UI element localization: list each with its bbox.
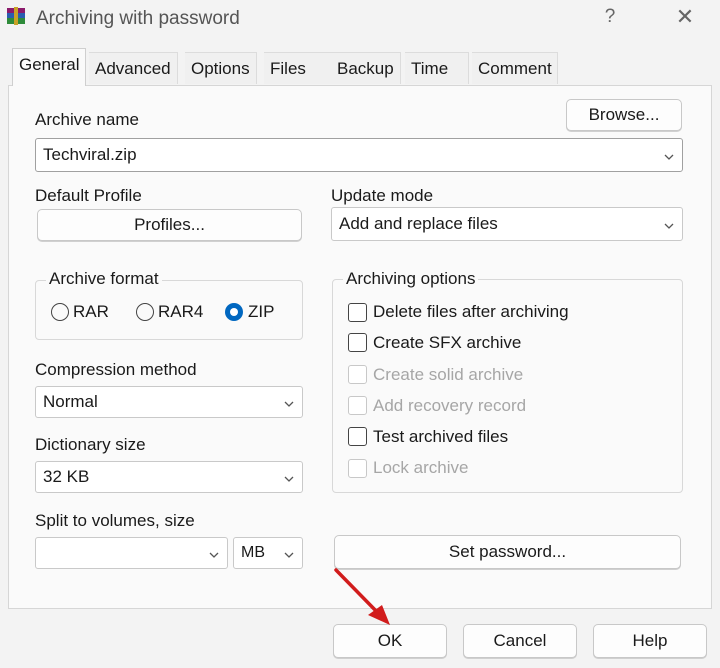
checkbox-recovery-record [348, 396, 367, 415]
chevron-down-icon[interactable] [284, 474, 294, 484]
checkbox-test-archived[interactable] [348, 427, 367, 446]
winrar-app-icon [6, 6, 26, 26]
tab-options[interactable]: Options [185, 52, 257, 84]
radio-rar4[interactable] [136, 303, 154, 321]
radio-rar4-label: RAR4 [158, 302, 204, 321]
checkbox-delete-files[interactable] [348, 303, 367, 322]
cancel-button[interactable]: Cancel [463, 624, 577, 658]
checkbox-create-sfx-label: Create SFX archive [373, 333, 522, 352]
compression-method-select[interactable]: Normal [35, 386, 303, 418]
update-mode-select[interactable]: Add and replace files [331, 207, 683, 241]
archive-name-value: Techviral.zip [43, 145, 137, 164]
tab-advanced[interactable]: Advanced [89, 52, 178, 84]
checkbox-create-solid [348, 365, 367, 384]
checkbox-create-solid-label: Create solid archive [373, 365, 524, 384]
chevron-down-icon[interactable] [664, 152, 674, 162]
close-icon[interactable]: ✕ [672, 4, 698, 30]
compression-method-label: Compression method [35, 360, 197, 379]
split-unit-value: MB [241, 544, 265, 561]
chevron-down-icon[interactable] [664, 221, 674, 231]
checkbox-recovery-record-label: Add recovery record [373, 396, 527, 415]
split-volumes-label: Split to volumes, size [35, 511, 195, 530]
browse-button[interactable]: Browse... [566, 99, 682, 131]
tab-comment[interactable]: Comment [472, 52, 558, 84]
chevron-down-icon[interactable] [209, 550, 219, 560]
checkbox-create-sfx[interactable] [348, 333, 367, 352]
help-button[interactable]: Help [593, 624, 707, 658]
archive-format-title: Archive format [46, 269, 162, 289]
update-mode-label: Update mode [331, 186, 434, 205]
chevron-down-icon[interactable] [284, 399, 294, 409]
set-password-button[interactable]: Set password... [334, 535, 681, 569]
red-arrow-annotation [334, 568, 390, 625]
compression-method-value: Normal [43, 392, 98, 411]
checkbox-lock-archive [348, 459, 367, 478]
radio-rar[interactable] [51, 303, 69, 321]
radio-zip-label: ZIP [248, 302, 275, 321]
dictionary-size-value: 32 KB [43, 467, 90, 486]
dictionary-size-select[interactable]: 32 KB [35, 461, 303, 493]
split-size-combo[interactable] [35, 537, 228, 569]
radio-zip-selected[interactable] [225, 303, 243, 321]
default-profile-label: Default Profile [35, 186, 142, 205]
update-mode-value: Add and replace files [339, 214, 498, 233]
tab-backup[interactable]: Backup [331, 52, 401, 84]
tab-time[interactable]: Time [405, 52, 469, 84]
help-icon[interactable]: ? [598, 6, 622, 28]
checkbox-lock-archive-label: Lock archive [373, 458, 469, 477]
archive-name-combo[interactable]: Techviral.zip [35, 138, 683, 172]
profiles-button[interactable]: Profiles... [37, 209, 302, 241]
checkbox-delete-files-label: Delete files after archiving [373, 302, 569, 321]
window-title: Archiving with password [36, 8, 240, 29]
chevron-down-icon[interactable] [284, 550, 294, 560]
tab-general[interactable]: General [12, 48, 87, 86]
tab-files[interactable]: Files [264, 52, 332, 84]
archiving-options-title: Archiving options [343, 269, 479, 289]
split-unit-select[interactable]: MB [233, 537, 303, 569]
checkbox-test-archived-label: Test archived files [373, 427, 509, 446]
archive-name-label: Archive name [35, 110, 139, 129]
radio-rar-label: RAR [73, 302, 109, 321]
dictionary-size-label: Dictionary size [35, 435, 146, 454]
